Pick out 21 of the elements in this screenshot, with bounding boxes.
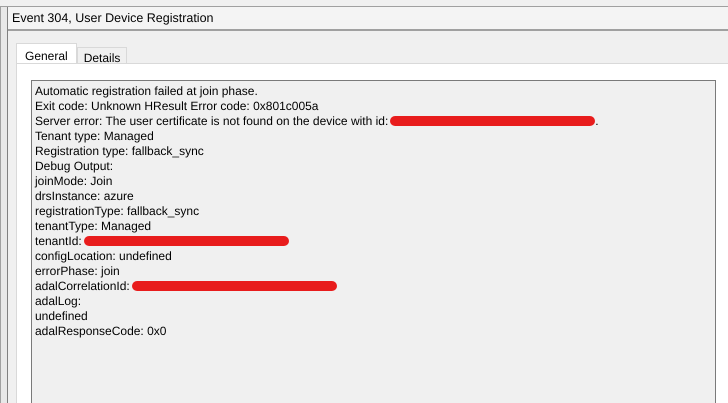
description-line: errorPhase: join [35,264,120,278]
description-line: registrationType: fallback_sync [35,204,200,218]
window-title: Event 304, User Device Registration [8,7,728,31]
description-line: configLocation: undefined [35,248,172,262]
description-line: drsInstance: azure [35,188,134,202]
description-line: adalLog: [35,294,82,308]
period-text: . [595,114,599,128]
description-line: Server error: The user certificate is not found on the device with id: [35,114,388,128]
description-line: Exit code: Unknown HResult Error code: 0x801c005a [35,98,318,112]
description-line: tenantId: [35,234,82,248]
tab[interactable]: Details [76,47,128,63]
tab[interactable]: General [16,43,77,63]
description-line: tenantType: Managed [35,218,152,232]
description-line: Tenant type: Managed [35,128,154,142]
description-line: Debug Output: [35,158,114,172]
description-line: Registration type: fallback_sync [35,144,204,158]
description-line: Automatic registration failed at join phase. [35,84,258,98]
description-line: joinMode: Join [35,174,112,188]
description-line: undefined [35,308,88,322]
description-line: adalCorrelationId: [35,278,130,292]
description-line: adalResponseCode: 0x0 [35,324,166,338]
